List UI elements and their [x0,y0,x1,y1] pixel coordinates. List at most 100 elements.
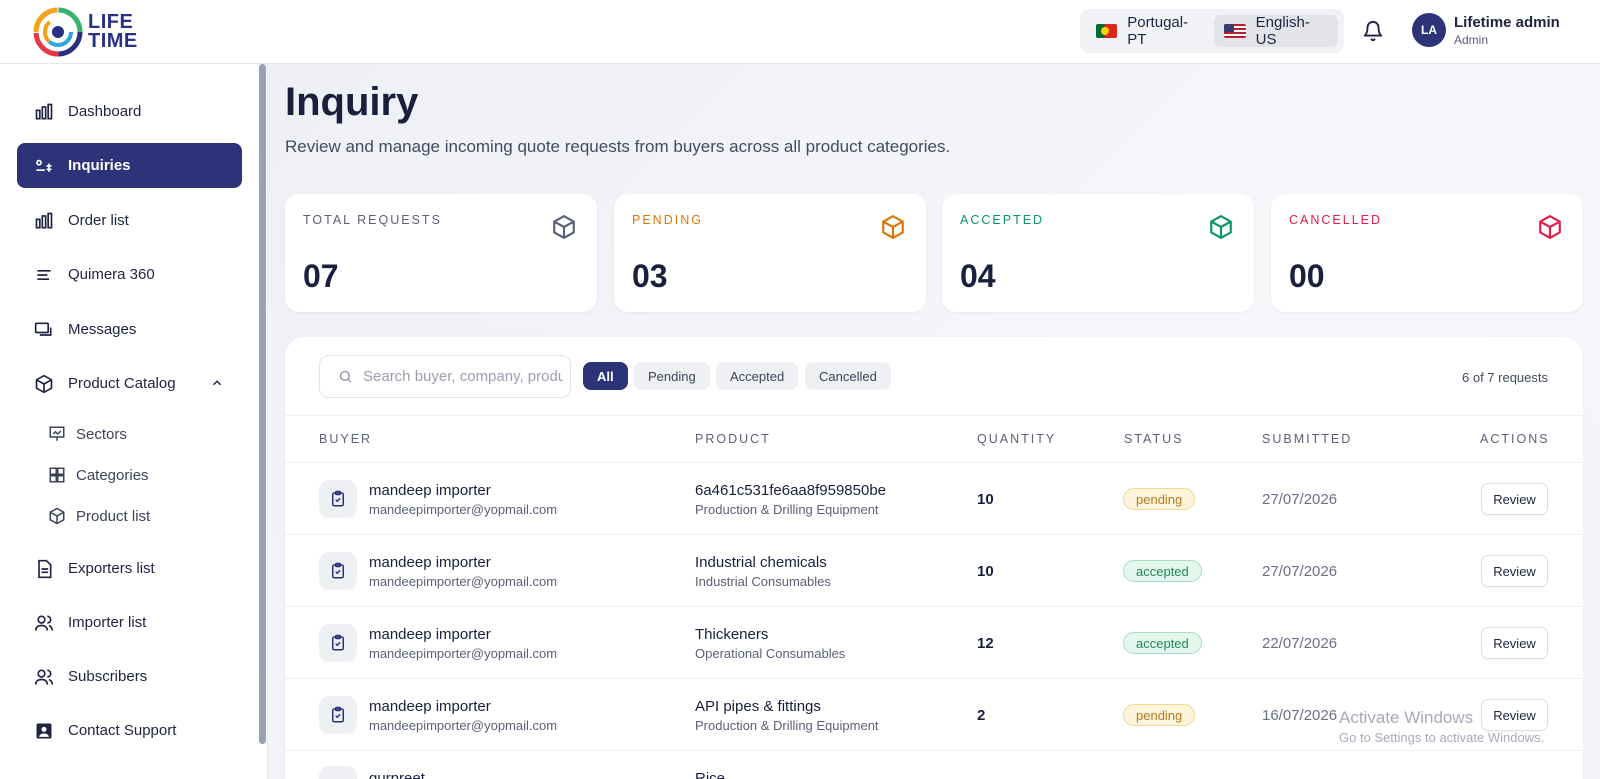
presentation-chart-icon [49,426,65,441]
clipboard-icon [319,552,357,590]
status-badge: accepted [1123,560,1202,582]
filter-cancelled[interactable]: Cancelled [805,362,891,390]
buyer-name: mandeep importer [369,482,491,499]
table-divider [285,606,1583,607]
language-option-portugal[interactable]: Portugal-PT [1086,14,1214,48]
product-name: API pipes & fittings [695,698,821,715]
clipboard-icon [319,766,357,779]
lifetime-logo-icon [33,7,83,57]
sidebar-item-label: Subscribers [68,668,148,685]
sidebar-item-subscribers[interactable]: Subscribers [17,654,242,699]
sidebar-subitem-label: Product list [76,507,151,525]
stat-value: 04 [960,258,996,294]
sidebar-item-contact-support[interactable]: Contact Support [17,708,242,753]
contact-card-icon [36,723,52,738]
top-header: LIFE TIME Portugal-PT English-US LA Life… [0,0,1600,64]
table-divider [285,750,1583,751]
user-avatar[interactable]: LA [1412,13,1446,47]
buyer-email: mandeepimporter@yopmail.com [369,574,558,589]
table-divider [285,678,1583,679]
cube-icon [882,214,904,240]
sidebar-item-label: Quimera 360 [68,266,155,283]
bar-chart-icon [35,212,53,228]
review-button[interactable]: Review [1481,555,1548,587]
search-icon [339,370,352,383]
sidebar-item-product-catalog[interactable]: Product Catalog [17,361,242,406]
product-category: Production & Drilling Equipment [695,718,879,733]
buyer-email: mandeepimporter@yopmail.com [369,646,558,661]
sidebar-item-dashboard[interactable]: Dashboard [17,89,242,134]
brand-line-2: TIME [88,30,138,52]
status-badge: pending [1123,488,1196,510]
sidebar-scrollbar[interactable] [259,64,266,744]
notification-bell-icon[interactable] [1362,20,1384,42]
sidebar-subitem-label: Categories [76,466,149,484]
messages-icon [34,322,52,336]
search-box[interactable] [319,355,571,398]
buyer-name: mandeep importer [369,554,491,571]
table-divider [285,415,1583,416]
filter-accepted[interactable]: Accepted [716,362,799,390]
sidebar-item-order-list[interactable]: Order list [17,198,242,243]
stat-card-total: TOTAL REQUESTS 07 [285,194,597,312]
language-option-english[interactable]: English-US [1214,14,1338,48]
document-icon [38,559,52,578]
chevron-up-icon[interactable] [210,376,224,390]
column-header-product: PRODUCT [695,432,771,446]
sidebar-item-exporters-list[interactable]: Exporters list [17,546,242,591]
sidebar-item-importer-list[interactable]: Importer list [17,600,242,645]
quantity-value: 10 [977,491,994,508]
review-button[interactable]: Review [1481,699,1548,731]
filter-all[interactable]: All [583,362,628,390]
brand-wordmark: LIFE TIME [88,12,138,52]
review-button[interactable]: Review [1481,483,1548,515]
sidebar-item-label: Messages [68,321,137,338]
stat-label: TOTAL REQUESTS [303,213,442,227]
sidebar-subitem-label: Sectors [76,425,127,443]
product-name: 6a461c531fe6aa8f959850be [695,482,887,499]
clipboard-icon [319,696,357,734]
table-divider [285,462,1583,463]
clipboard-icon [319,624,357,662]
stat-card-pending: PENDING 03 [614,194,926,312]
sidebar-subitem-product-list[interactable]: Product list [48,501,150,531]
buyer-email: mandeepimporter@yopmail.com [369,502,558,517]
user-name[interactable]: Lifetime admin [1454,14,1560,31]
sidebar-item-inquiries[interactable]: Inquiries [17,143,242,188]
lines-icon [37,269,51,280]
stat-card-cancelled: CANCELLED 00 [1271,194,1583,312]
product-name: Industrial chemicals [695,554,827,571]
product-name: Thickeners [695,626,769,643]
stat-card-accepted: ACCEPTED 04 [942,194,1254,312]
submitted-date: 27/07/2026 [1262,563,1338,580]
column-header-quantity: QUANTITY [977,432,1057,446]
sidebar-item-label: Contact Support [68,722,177,739]
cube-icon [1539,214,1561,240]
request-count: 6 of 7 requests [1462,370,1548,385]
buyer-name: mandeep importer [369,626,491,643]
sidebar-subitem-categories[interactable]: Categories [48,460,149,490]
column-header-buyer: BUYER [319,432,373,446]
column-header-status: STATUS [1124,432,1184,446]
stat-label: PENDING [632,213,703,227]
brand-logo[interactable]: LIFE TIME [32,6,138,58]
cube-icon [1210,214,1232,240]
sidebar-subitem-sectors[interactable]: Sectors [48,419,127,449]
stat-label: ACCEPTED [960,213,1045,227]
cube-icon [553,214,575,240]
column-header-actions: ACTIONS [1480,432,1550,446]
windows-activation-subtitle: Go to Settings to activate Windows. [1339,730,1545,745]
review-button[interactable]: Review [1481,627,1548,659]
sidebar-item-label: Importer list [68,614,147,631]
sidebar-item-label: Inquiries [68,157,131,174]
search-input[interactable] [363,368,563,385]
grid-icon [49,467,65,483]
sidebar-item-quimera-360[interactable]: Quimera 360 [17,252,242,297]
clipboard-icon [319,480,357,518]
filter-pending[interactable]: Pending [634,362,710,390]
status-badge: pending [1123,704,1196,726]
bar-chart-icon [35,103,53,119]
table-divider [285,534,1583,535]
language-label: Portugal-PT [1127,14,1189,48]
sidebar-item-messages[interactable]: Messages [17,307,242,352]
